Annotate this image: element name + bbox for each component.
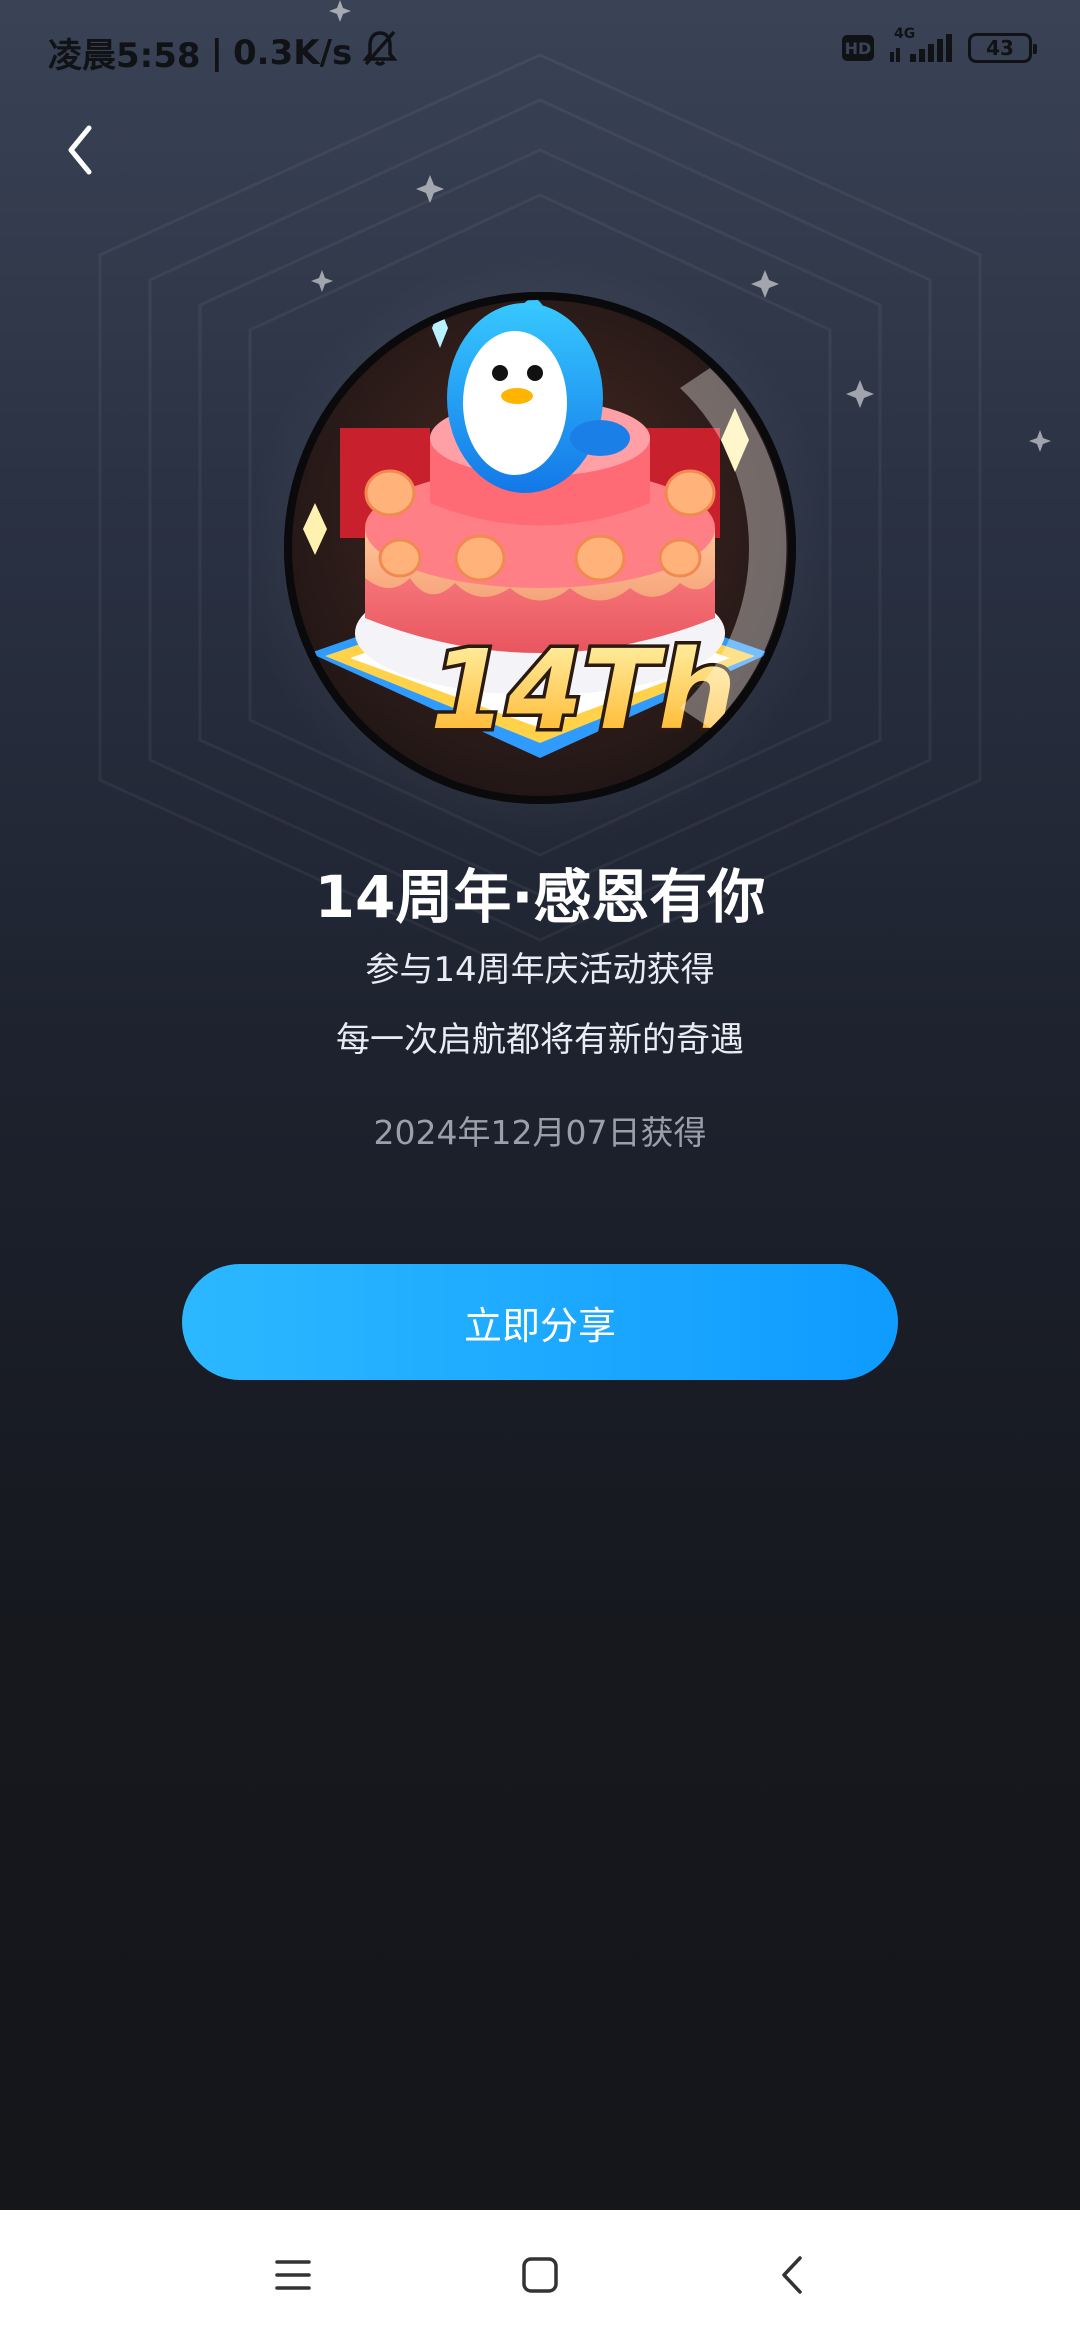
badge-title: 14周年·感恩有你 [314, 863, 766, 931]
share-button[interactable]: 立即分享 [182, 1264, 898, 1380]
anniversary-badge-image: 14Th [284, 292, 796, 804]
back-button[interactable] [50, 115, 110, 185]
status-right: HD 4G 43 [842, 26, 1037, 66]
back-icon [68, 125, 92, 175]
mute-bell-icon [362, 29, 398, 76]
battery-icon: 43 [968, 33, 1037, 63]
home-button[interactable] [500, 2240, 580, 2310]
hd-badge: HD [842, 35, 874, 61]
menu-icon [275, 2260, 311, 2290]
system-nav-bar [0, 2210, 1080, 2340]
battery-level: 43 [986, 36, 1014, 60]
status-time: 凌晨5:58 [48, 36, 201, 76]
recent-apps-button[interactable] [253, 2240, 333, 2310]
status-bar: 凌晨5:58 | 0.3K/s HD 4G 43 [0, 0, 1080, 100]
status-left: 凌晨5:58 | 0.3K/s [48, 28, 398, 77]
system-back-button[interactable] [752, 2240, 832, 2310]
obtained-date: 2024年12月07日获得 [373, 1113, 707, 1152]
status-speed: 0.3K/s [233, 32, 353, 73]
status-separator: | [210, 32, 223, 73]
badge-emblem-text: 14Th [430, 626, 736, 754]
nav-back-icon [782, 2256, 802, 2294]
signal-icon: 4G [888, 26, 954, 66]
home-icon [522, 2257, 558, 2293]
badge-description-line2: 每一次启航都将有新的奇遇 [336, 1020, 744, 1060]
badge-description-line1: 参与14周年庆活动获得 [365, 950, 715, 990]
